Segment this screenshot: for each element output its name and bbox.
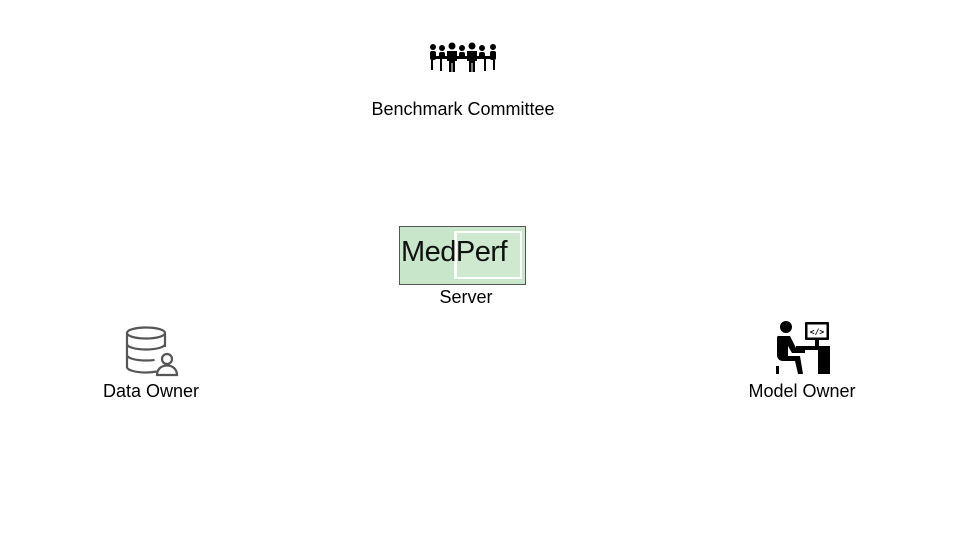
medperf-logo: MedPerf	[399, 226, 526, 285]
database-user-icon	[125, 326, 179, 377]
server-label: Server	[439, 287, 493, 307]
committee-meeting-icon	[430, 42, 496, 72]
model-owner-label: Model Owner	[748, 381, 856, 401]
svg-text:</>: </>	[810, 328, 825, 337]
developer-at-computer-icon: </>	[776, 321, 830, 374]
logo-text: MedPerf	[401, 236, 508, 268]
data-owner-label: Data Owner	[102, 381, 200, 401]
committee-label: Benchmark Committee	[371, 99, 555, 119]
